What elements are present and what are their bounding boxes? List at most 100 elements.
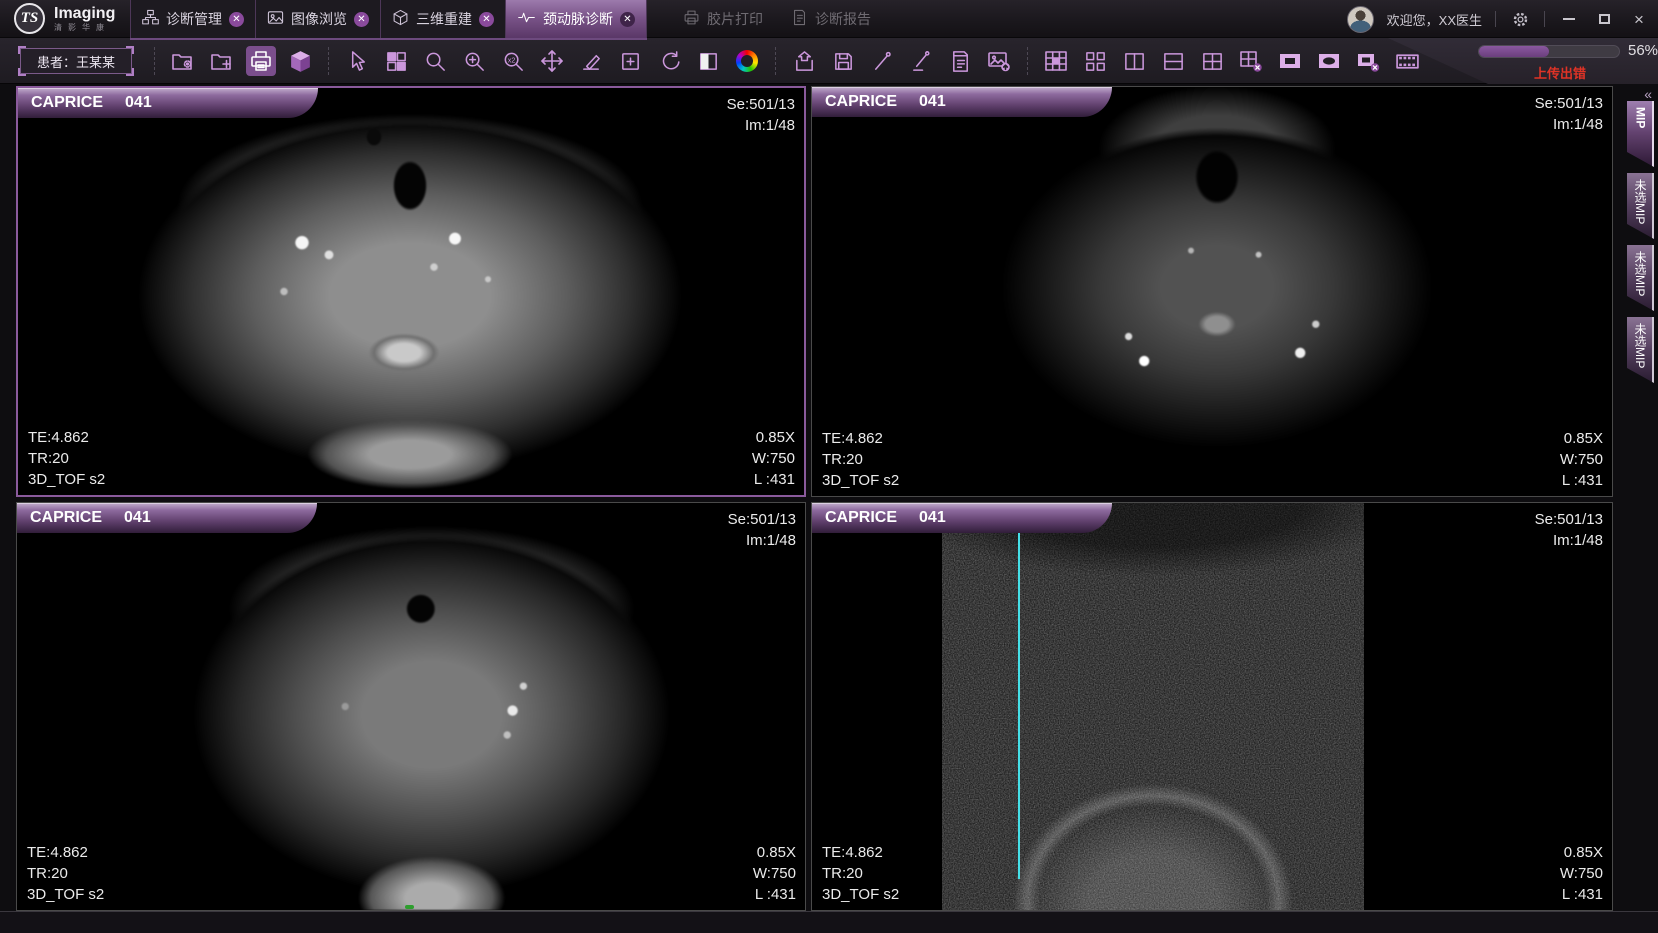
device-name: CAPRICE [31, 94, 103, 112]
mip-anatomy-highlight [942, 503, 1364, 910]
app-logo: TS Imaging 清影华康 [14, 3, 115, 34]
close-tab-icon[interactable]: ✕ [620, 12, 635, 27]
window-level-icon[interactable] [693, 46, 723, 76]
study-number: 041 [124, 509, 151, 527]
patient-field[interactable]: 患者：王某某 [20, 48, 132, 74]
tab-diagnosis-management[interactable]: 诊断管理 ✕ [131, 0, 256, 38]
divider [328, 47, 329, 75]
layout-tiles-icon[interactable] [381, 46, 411, 76]
tab-label: 诊断管理 [166, 9, 222, 29]
rail-tab-mip[interactable]: MIP [1627, 101, 1654, 167]
viewport-panel-3[interactable]: CAPRICE 041 Se:501/13Im:1/48 TE:4.862TR:… [16, 502, 806, 911]
tab-3d-reconstruction[interactable]: 三维重建 ✕ [381, 0, 506, 38]
series-tag: CAPRICE 041 [17, 503, 317, 533]
close-tab-icon[interactable]: ✕ [479, 12, 494, 27]
annotation-frame-icon[interactable] [615, 46, 645, 76]
main-nav-tabs: 诊断管理 ✕ 图像浏览 ✕ 三维重建 ✕ 颈动 [130, 0, 885, 38]
viewport-panel-4[interactable]: CAPRICE 041 Se:501/13Im:1/48 TE:4.862TR:… [811, 502, 1613, 911]
report-doc-icon[interactable] [945, 46, 975, 76]
reference-line[interactable] [1018, 505, 1020, 879]
cube-icon [392, 9, 409, 29]
image-icon [267, 9, 284, 29]
divider [1027, 47, 1028, 75]
series-image-info: Se:501/13Im:1/48 [728, 509, 796, 551]
display-info: 0.85XW:750L :431 [1560, 842, 1603, 905]
add-study-folder-icon[interactable] [207, 46, 237, 76]
pseudo-color-icon[interactable] [732, 46, 762, 76]
shutter-rect-icon[interactable] [1275, 46, 1305, 76]
layout-remove-icon[interactable] [1236, 46, 1266, 76]
report-icon [791, 9, 808, 29]
split-horizontal-icon[interactable] [1158, 46, 1188, 76]
mri-image [167, 503, 707, 910]
open-study-folder-icon[interactable] [168, 46, 198, 76]
svg-text:x2: x2 [507, 56, 515, 64]
viewport-panel-2[interactable]: CAPRICE 041 Se:501/13Im:1/48 TE:4.862TR:… [811, 86, 1613, 497]
study-number: 041 [125, 94, 152, 112]
layout-blocks-icon[interactable] [1080, 46, 1110, 76]
layout-2x2-icon[interactable] [1197, 46, 1227, 76]
sitemap-icon [142, 9, 159, 29]
acquisition-info: TE:4.862TR:203D_TOF s2 [822, 842, 899, 905]
study-number: 041 [919, 93, 946, 111]
shutter-remove-icon[interactable] [1353, 46, 1383, 76]
divider [154, 47, 155, 75]
rail-tab-unselected-mip-3[interactable]: 未选MIP [1627, 317, 1654, 383]
probe-line-icon[interactable] [906, 46, 936, 76]
volume-3d-icon[interactable] [285, 46, 315, 76]
tab-image-browse[interactable]: 图像浏览 ✕ [256, 0, 381, 38]
rail-tab-unselected-mip-2[interactable]: 未选MIP [1627, 245, 1654, 311]
device-name: CAPRICE [30, 509, 102, 527]
zoom-2x-icon[interactable]: x2 [498, 46, 528, 76]
divider [1495, 11, 1496, 27]
export-icon[interactable] [789, 46, 819, 76]
toolbar: 患者：王某某 x2 [0, 38, 1658, 84]
zoom-in-icon[interactable] [459, 46, 489, 76]
user-avatar[interactable] [1347, 6, 1374, 33]
viewport-panel-1[interactable]: CAPRICE 041 Se:501/13Im:1/48 TE:4.862TR:… [16, 86, 806, 497]
display-info: 0.85XW:750L :431 [1560, 428, 1603, 491]
tab-label: 三维重建 [416, 9, 472, 29]
tab-carotid-diagnosis[interactable]: 颈动脉诊断 ✕ [506, 0, 647, 38]
welcome-text: 欢迎您，XX医生 [1387, 10, 1482, 29]
tab-label: 图像浏览 [291, 9, 347, 29]
minimize-button[interactable] [1558, 8, 1580, 30]
brand-name: Imaging [54, 5, 115, 22]
rail-tab-unselected-mip-1[interactable]: 未选MIP [1627, 173, 1654, 239]
magnify-icon[interactable] [420, 46, 450, 76]
measure-icon[interactable] [576, 46, 606, 76]
series-tag: CAPRICE 041 [18, 88, 318, 118]
series-image-info: Se:501/13Im:1/48 [727, 94, 795, 136]
upload-progress-fill [1479, 46, 1549, 57]
layout-grid-icon[interactable] [1041, 46, 1071, 76]
series-image-info: Se:501/13Im:1/48 [1535, 509, 1603, 551]
orientation-marker [405, 905, 414, 909]
display-info: 0.85XW:750L :431 [753, 842, 796, 905]
split-vertical-icon[interactable] [1119, 46, 1149, 76]
pan-icon[interactable] [537, 46, 567, 76]
device-name: CAPRICE [825, 509, 897, 527]
device-name: CAPRICE [825, 93, 897, 111]
right-rail: « MIP 未选MIP 未选MIP 未选MIP [1613, 86, 1658, 911]
bottom-strip [0, 911, 1658, 933]
settings-gear-icon[interactable] [1509, 8, 1531, 30]
probe-icon[interactable] [867, 46, 897, 76]
collapse-rail-icon[interactable]: « [1644, 86, 1650, 102]
maximize-button[interactable] [1593, 8, 1615, 30]
logo-monogram-icon: TS [14, 3, 45, 34]
close-tab-icon[interactable]: ✕ [354, 12, 369, 27]
printer-icon [683, 9, 700, 29]
acquisition-info: TE:4.862TR:203D_TOF s2 [27, 842, 104, 905]
rotate-3d-icon[interactable] [654, 46, 684, 76]
image-export-icon[interactable] [984, 46, 1014, 76]
close-button[interactable]: × [1628, 8, 1650, 30]
film-print-icon[interactable] [246, 46, 276, 76]
brand-subtitle: 清影华康 [54, 22, 115, 33]
tab-film-print: 胶片打印 [669, 0, 777, 38]
close-tab-icon[interactable]: ✕ [229, 12, 244, 27]
divider [1544, 11, 1545, 27]
shutter-ellipse-icon[interactable] [1314, 46, 1344, 76]
save-icon[interactable] [828, 46, 858, 76]
cursor-icon[interactable] [342, 46, 372, 76]
series-tag: CAPRICE 041 [812, 503, 1112, 533]
